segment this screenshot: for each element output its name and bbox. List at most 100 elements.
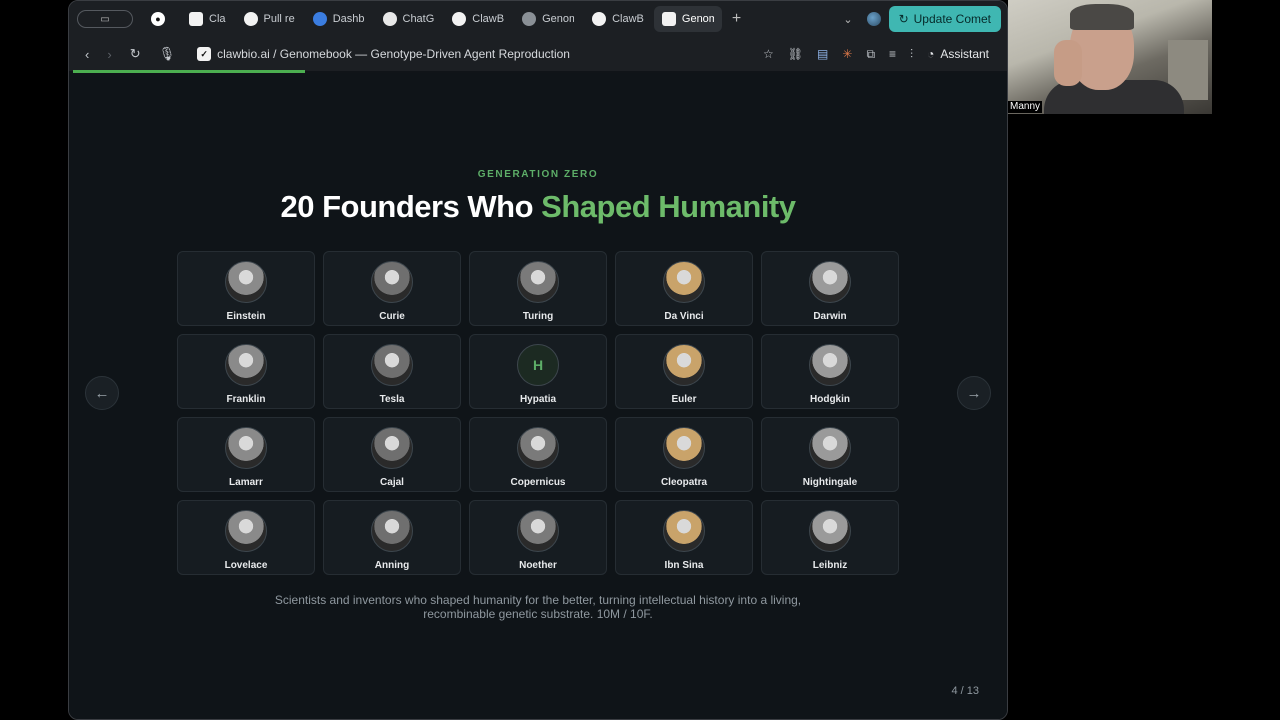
tab-5[interactable]: Genom bbox=[514, 6, 582, 32]
founder-name: Copernicus bbox=[510, 477, 566, 488]
tab-3[interactable]: ChatG bbox=[375, 6, 443, 32]
founder-card[interactable]: Nightingale bbox=[761, 417, 899, 492]
founder-card[interactable]: Euler bbox=[615, 334, 753, 409]
founder-card[interactable]: H Hypatia bbox=[469, 334, 607, 409]
tab-0[interactable]: Cla bbox=[181, 6, 234, 32]
address-bar[interactable]: clawbio.ai / Genomebook — Genotype-Drive… bbox=[217, 47, 570, 61]
founder-portrait bbox=[225, 510, 267, 552]
founder-portrait bbox=[517, 510, 559, 552]
founder-card[interactable]: Franklin bbox=[177, 334, 315, 409]
founder-name: Tesla bbox=[379, 394, 405, 405]
bookmark-star-icon[interactable]: ☆ bbox=[763, 47, 774, 61]
founder-name: Ibn Sina bbox=[664, 560, 704, 571]
menu-lines-icon[interactable]: ≡ bbox=[889, 47, 896, 61]
founder-card[interactable]: Turing bbox=[469, 251, 607, 326]
link-icon[interactable]: ⛓ bbox=[788, 47, 803, 61]
tab-label: Cla bbox=[209, 13, 226, 25]
founder-name: Nightingale bbox=[802, 477, 858, 488]
founder-card[interactable]: Da Vinci bbox=[615, 251, 753, 326]
webcam-video bbox=[1008, 0, 1212, 114]
founder-name: Da Vinci bbox=[664, 311, 704, 322]
founder-card[interactable]: Leibniz bbox=[761, 500, 899, 575]
next-slide-button[interactable]: → bbox=[957, 376, 991, 410]
slide-kicker: GENERATION ZERO bbox=[477, 169, 599, 180]
screen: ▭ ● Cla Pull re Dashb ChatG ClawB Genom ClawB G… bbox=[0, 0, 1280, 720]
tab-label: Pull re bbox=[263, 13, 295, 25]
back-icon[interactable]: ‹ bbox=[85, 47, 89, 62]
assistant-label: Assistant bbox=[940, 47, 989, 61]
founder-card[interactable]: Copernicus bbox=[469, 417, 607, 492]
sidebar-toggle-button[interactable]: ▭ bbox=[77, 10, 133, 28]
founder-portrait bbox=[371, 427, 413, 469]
founder-card[interactable]: Darwin bbox=[761, 251, 899, 326]
founder-card[interactable]: Cleopatra bbox=[615, 417, 753, 492]
presentation-slide: GENERATION ZERO 20 Founders Who Shaped H… bbox=[69, 73, 1007, 719]
founder-card[interactable]: Tesla bbox=[323, 334, 461, 409]
founder-portrait bbox=[371, 510, 413, 552]
founder-portrait: H bbox=[517, 344, 559, 386]
globe-icon bbox=[522, 12, 537, 26]
founder-card[interactable]: Lovelace bbox=[177, 500, 315, 575]
founder-card[interactable]: Hodgkin bbox=[761, 334, 899, 409]
extensions-puzzle-icon[interactable]: ⧉ bbox=[866, 47, 875, 62]
slide-caption: Scientists and inventors who shaped huma… bbox=[69, 593, 1007, 621]
speaker-hand bbox=[1054, 40, 1082, 86]
caption-line-2: recombinable genetic substrate. 10M / 10… bbox=[423, 607, 653, 621]
audio-wave-icon[interactable]: ⫶ bbox=[910, 47, 913, 62]
tab-7[interactable]: Genom bbox=[653, 6, 722, 32]
founder-portrait bbox=[663, 427, 705, 469]
founder-portrait bbox=[809, 261, 851, 303]
founder-name: Noether bbox=[519, 560, 557, 571]
founder-portrait bbox=[809, 344, 851, 386]
github-icon: ● bbox=[151, 12, 165, 26]
founder-portrait bbox=[809, 510, 851, 552]
site-favicon-icon: ✓ bbox=[197, 47, 212, 61]
founder-name: Hypatia bbox=[519, 394, 557, 405]
founder-card[interactable]: Noether bbox=[469, 500, 607, 575]
founder-card[interactable]: Einstein bbox=[177, 251, 315, 326]
microphone-icon[interactable]: 🎙 bbox=[159, 46, 176, 62]
title-main: 20 Founders Who bbox=[280, 189, 542, 224]
document-icon[interactable]: ▤ bbox=[817, 47, 828, 61]
github-icon bbox=[452, 12, 467, 26]
speaker-hair bbox=[1070, 4, 1134, 30]
tab-github-pinned[interactable]: ● bbox=[143, 6, 179, 32]
slide-page-indicator: 4 / 13 bbox=[951, 685, 979, 697]
founder-portrait bbox=[517, 427, 559, 469]
founder-portrait bbox=[225, 344, 267, 386]
previous-slide-button[interactable]: ← bbox=[85, 376, 119, 410]
arrow-left-icon: ← bbox=[94, 384, 110, 402]
founder-name: Lamarr bbox=[229, 477, 263, 488]
tab-label: ChatG bbox=[402, 13, 435, 25]
slide-title: 20 Founders Who Shaped Humanity bbox=[69, 189, 1007, 225]
founder-card[interactable]: Lamarr bbox=[177, 417, 315, 492]
tab-list: Cla Pull re Dashb ChatG ClawB Genom ClawB Genom bbox=[181, 6, 724, 32]
founder-card[interactable]: Ibn Sina bbox=[615, 500, 753, 575]
address-toolbar: ‹ › ↻ 🎙 ✓ clawbio.ai / Genomebook — Geno… bbox=[69, 37, 1007, 71]
tab-label: Dashb bbox=[332, 13, 365, 25]
founder-name: Lovelace bbox=[224, 560, 268, 571]
founders-grid: Einstein Curie Turing Da Vinci Darwin Frankli… bbox=[177, 251, 899, 575]
chevron-down-icon[interactable]: ⌄ bbox=[843, 13, 852, 26]
founder-card[interactable]: Curie bbox=[323, 251, 461, 326]
reload-icon[interactable]: ↻ bbox=[130, 46, 141, 62]
founder-name: Cajal bbox=[380, 477, 404, 488]
assistant-button[interactable]: ◔ Assistant bbox=[927, 47, 989, 61]
claude-extension-icon[interactable]: ✳ bbox=[842, 47, 852, 61]
comet-icon[interactable] bbox=[866, 12, 881, 26]
tab-4[interactable]: ClawB bbox=[444, 6, 512, 32]
founder-portrait bbox=[225, 427, 267, 469]
new-tab-button[interactable]: + bbox=[732, 10, 741, 28]
founder-portrait bbox=[663, 344, 705, 386]
founder-name: Hodgkin bbox=[810, 394, 850, 405]
founder-card[interactable]: Anning bbox=[323, 500, 461, 575]
refresh-icon: ↻ bbox=[898, 12, 909, 26]
tab-6[interactable]: ClawB bbox=[584, 6, 652, 32]
github-icon bbox=[243, 12, 258, 26]
update-comet-button[interactable]: ↻ Update Comet bbox=[888, 6, 1001, 32]
forward-icon[interactable]: › bbox=[107, 47, 111, 62]
chatgpt-icon bbox=[382, 12, 397, 26]
tab-2[interactable]: Dashb bbox=[305, 6, 373, 32]
founder-card[interactable]: Cajal bbox=[323, 417, 461, 492]
tab-1[interactable]: Pull re bbox=[236, 6, 303, 32]
